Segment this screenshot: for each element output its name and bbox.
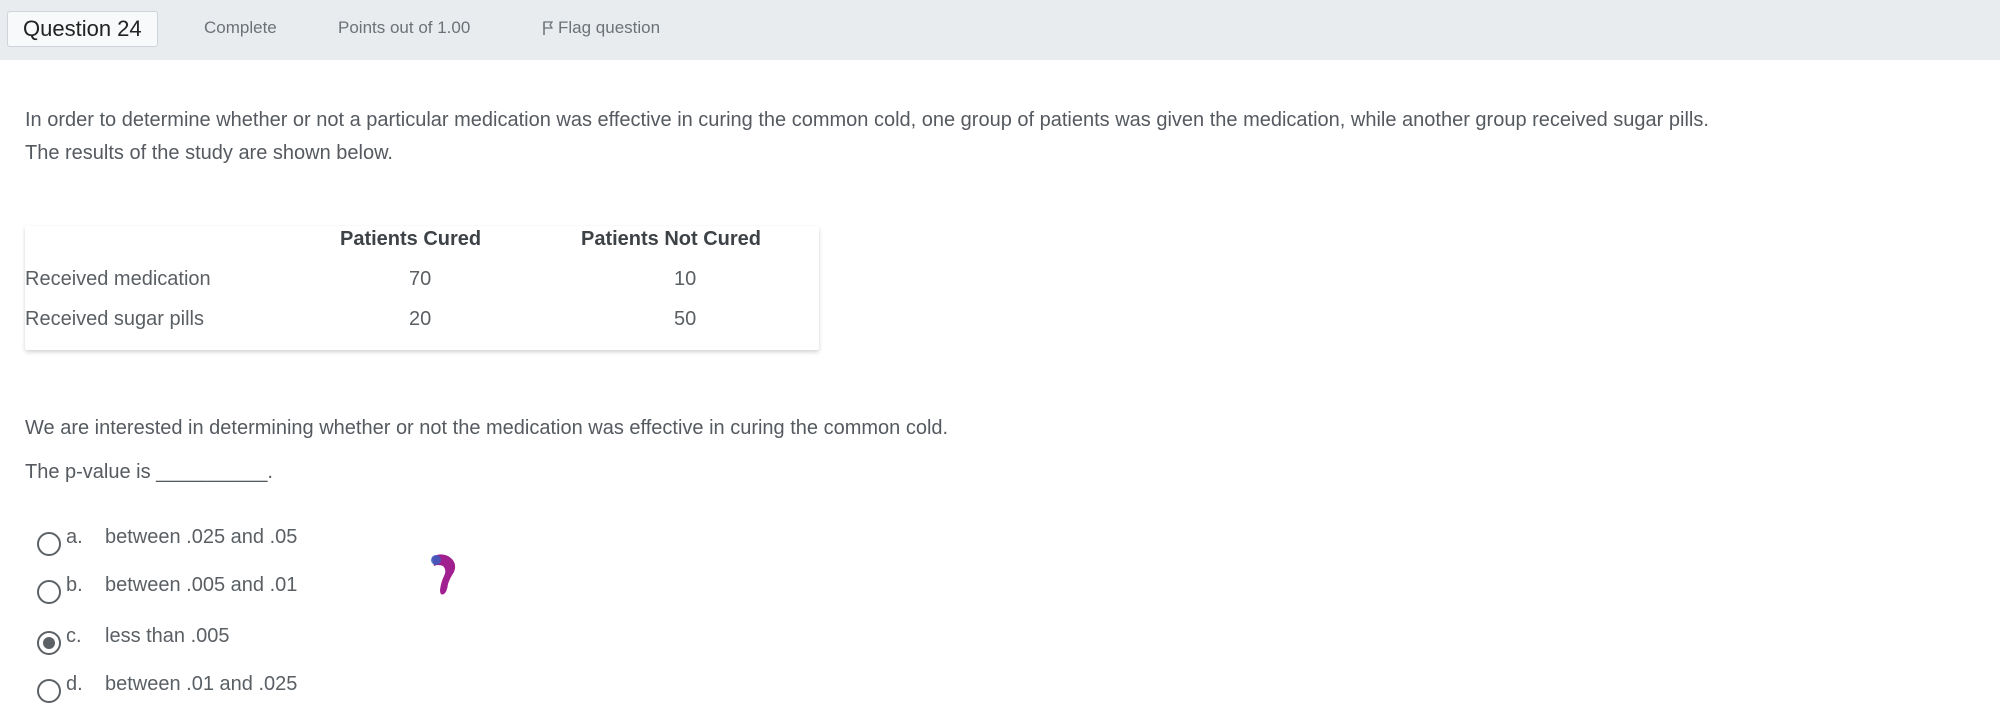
answer-option-a[interactable]: a. between .025 and .05 [37,526,457,560]
table-row-label: Received sugar pills [25,308,204,330]
cursor-icon [431,554,456,595]
radio-d[interactable] [37,679,61,703]
option-text: between .025 and .05 [105,526,298,548]
option-text: between .01 and .025 [105,673,298,695]
table-row-label: Received medication [25,268,211,290]
question-info-header: Question 24 Complete Points out of 1.00 … [0,0,2000,60]
radio-a[interactable] [37,532,61,556]
flag-question-label: Flag question [558,18,661,37]
question-number: Question 24 [7,11,158,47]
table-cell: 70 [409,268,432,290]
answer-option-b[interactable]: b. between .005 and .01 [37,574,457,608]
option-text: between .005 and .01 [105,574,298,596]
question-blank-line: The p-value is __________. [25,461,273,483]
table-header-cured: Patients Cured [340,228,482,250]
answer-option-d[interactable]: d. between .01 and .025 [37,673,457,707]
option-letter: c. [66,625,82,647]
question-points: Points out of 1.00 [338,18,471,37]
question-intro-line1: In order to determine whether or not a p… [25,109,1709,131]
radio-b[interactable] [37,580,61,604]
table-cell: 20 [409,308,432,330]
question-intro-line2: The results of the study are shown below… [25,142,393,164]
answer-option-c[interactable]: c. less than .005 [37,625,457,659]
question-prompt: We are interested in determining whether… [25,417,949,439]
results-table: Patients Cured Patients Not Cured Receiv… [25,226,819,350]
table-cell: 50 [674,308,697,330]
option-letter: a. [66,526,83,548]
flag-icon [543,21,554,35]
option-letter: d. [66,673,83,695]
option-letter: b. [66,574,83,596]
table-header-not-cured: Patients Not Cured [581,228,762,250]
table-cell: 10 [674,268,697,290]
radio-c[interactable] [37,631,61,655]
question-status: Complete [204,18,277,37]
option-text: less than .005 [105,625,230,647]
flag-question-link[interactable]: Flag question [542,17,660,39]
